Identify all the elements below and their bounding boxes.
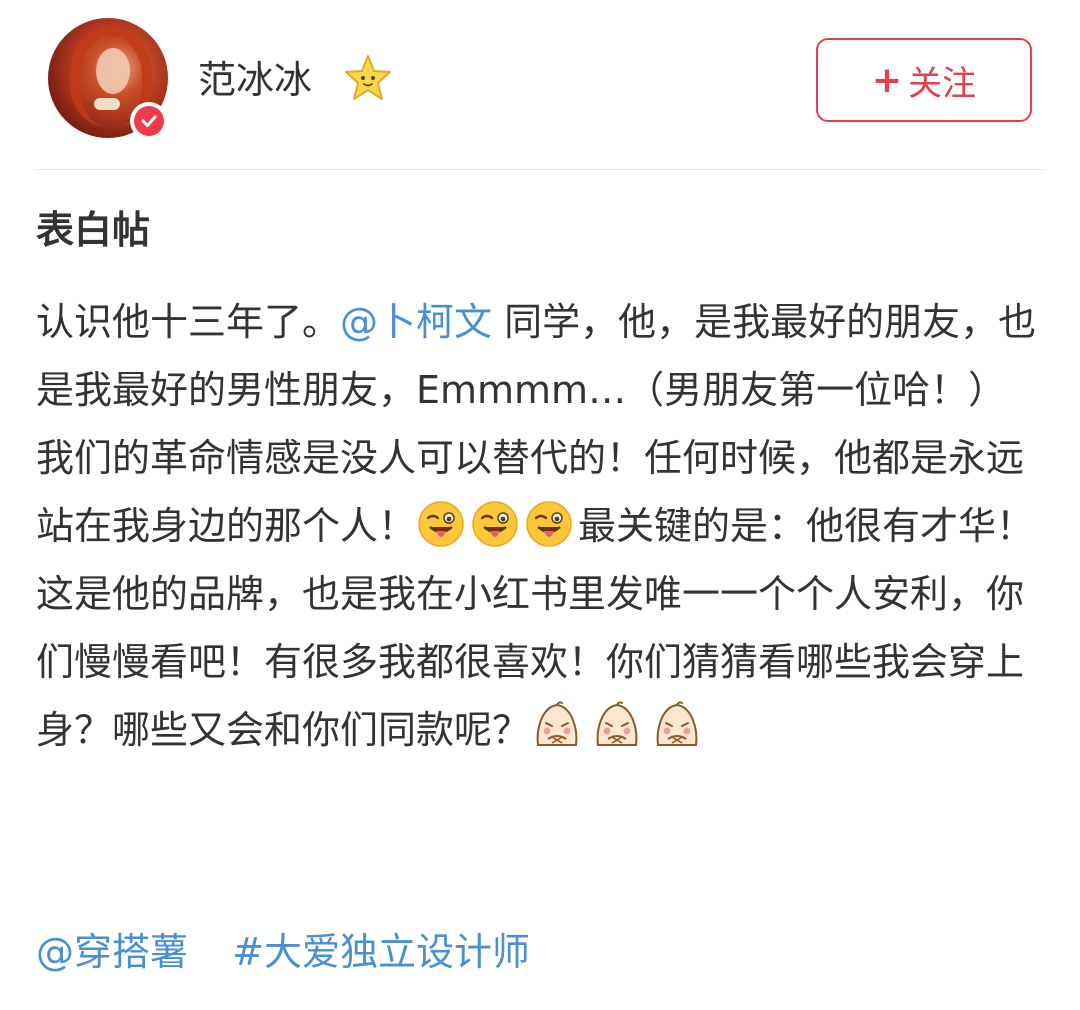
divider xyxy=(36,169,1044,170)
tongue-out-wink-emoji-icon xyxy=(418,501,464,547)
follow-button[interactable]: + 关注 xyxy=(816,38,1032,122)
post-text: 认识他十三年了。 xyxy=(36,300,341,344)
user-mention[interactable]: @卜柯文 xyxy=(340,300,492,344)
mention-tag[interactable]: @穿搭薯 xyxy=(36,930,188,974)
shy-blush-emoji-icon xyxy=(596,701,638,746)
post-body: 认识他十三年了。@卜柯文 同学，他，是我最好的朋友，也是我最好的男性朋友，Emm… xyxy=(36,288,1048,764)
avatar-bow-shape xyxy=(94,98,120,110)
post-title: 表白帖 xyxy=(36,208,151,252)
post-tags: @穿搭薯 #大爱独立设计师 xyxy=(36,920,562,984)
shy-blush-emoji-icon xyxy=(656,701,698,746)
star-icon xyxy=(345,55,391,100)
verified-badge-icon xyxy=(130,102,168,140)
follow-label: 关注 xyxy=(908,63,977,104)
tongue-out-wink-emoji-icon xyxy=(526,501,572,547)
tongue-out-wink-emoji-icon xyxy=(472,501,518,547)
username[interactable]: 范冰冰 xyxy=(198,56,312,104)
hashtag[interactable]: #大爱独立设计师 xyxy=(232,930,530,974)
post-header: 范冰冰 + 关注 xyxy=(0,0,1080,170)
avatar-face-shape xyxy=(96,48,130,94)
shy-blush-emoji-icon xyxy=(536,701,578,746)
plus-icon: + xyxy=(871,59,903,101)
